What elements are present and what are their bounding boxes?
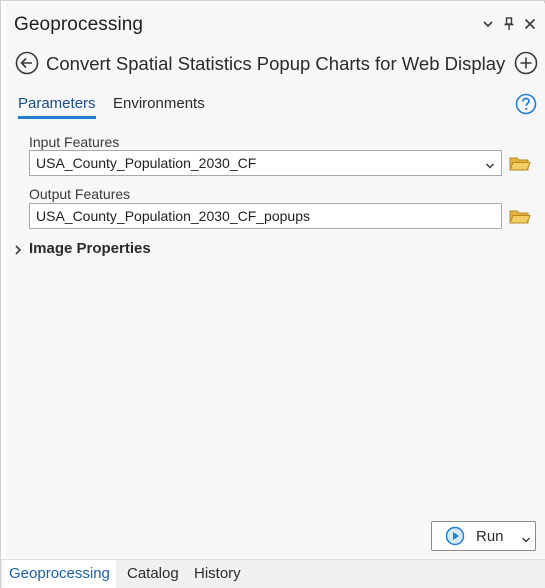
tool-title-row: Convert Spatial Statistics Popup Charts …: [6, 47, 545, 79]
close-icon[interactable]: [521, 15, 539, 33]
tab-geoprocessing[interactable]: Geoprocessing: [3, 560, 116, 588]
chevron-down-icon[interactable]: [485, 158, 495, 169]
play-icon: [445, 526, 465, 551]
help-icon[interactable]: [515, 93, 537, 115]
tool-tabs: Parameters Environments: [6, 91, 545, 121]
input-features-value: USA_County_Population_2030_CF: [36, 155, 257, 171]
input-browse-folder-icon[interactable]: [509, 155, 531, 173]
run-button[interactable]: Run: [431, 521, 536, 551]
geoprocessing-window: Geoprocessing Convert Spatial Statistics…: [0, 0, 545, 588]
chevron-right-icon[interactable]: [13, 243, 23, 261]
tab-parameters[interactable]: Parameters: [18, 95, 96, 119]
output-features-label: Output Features: [29, 186, 131, 202]
back-arrow-icon[interactable]: [15, 51, 39, 75]
pin-icon[interactable]: [500, 15, 518, 33]
input-features-dropdown[interactable]: USA_County_Population_2030_CF: [29, 150, 502, 176]
output-browse-folder-icon[interactable]: [509, 208, 531, 226]
pane-header: Geoprocessing: [6, 3, 545, 43]
bottom-tab-bar: Geoprocessing Catalog History: [1, 559, 545, 588]
tab-catalog[interactable]: Catalog: [121, 560, 185, 588]
geoprocessing-pane: Geoprocessing Convert Spatial Statistics…: [6, 3, 545, 559]
output-features-input[interactable]: USA_County_Population_2030_CF_popups: [29, 203, 502, 229]
add-icon[interactable]: [514, 51, 538, 75]
chevron-down-icon[interactable]: [479, 15, 497, 33]
chevron-down-icon[interactable]: [521, 532, 531, 550]
run-label: Run: [476, 528, 504, 545]
tool-title: Convert Spatial Statistics Popup Charts …: [46, 53, 506, 74]
pane-title: Geoprocessing: [14, 14, 144, 35]
output-features-value: USA_County_Population_2030_CF_popups: [36, 208, 310, 224]
input-features-label: Input Features: [29, 134, 120, 150]
tab-history[interactable]: History: [188, 560, 247, 588]
image-properties-label: Image Properties: [29, 240, 151, 257]
tab-environments[interactable]: Environments: [113, 95, 205, 116]
